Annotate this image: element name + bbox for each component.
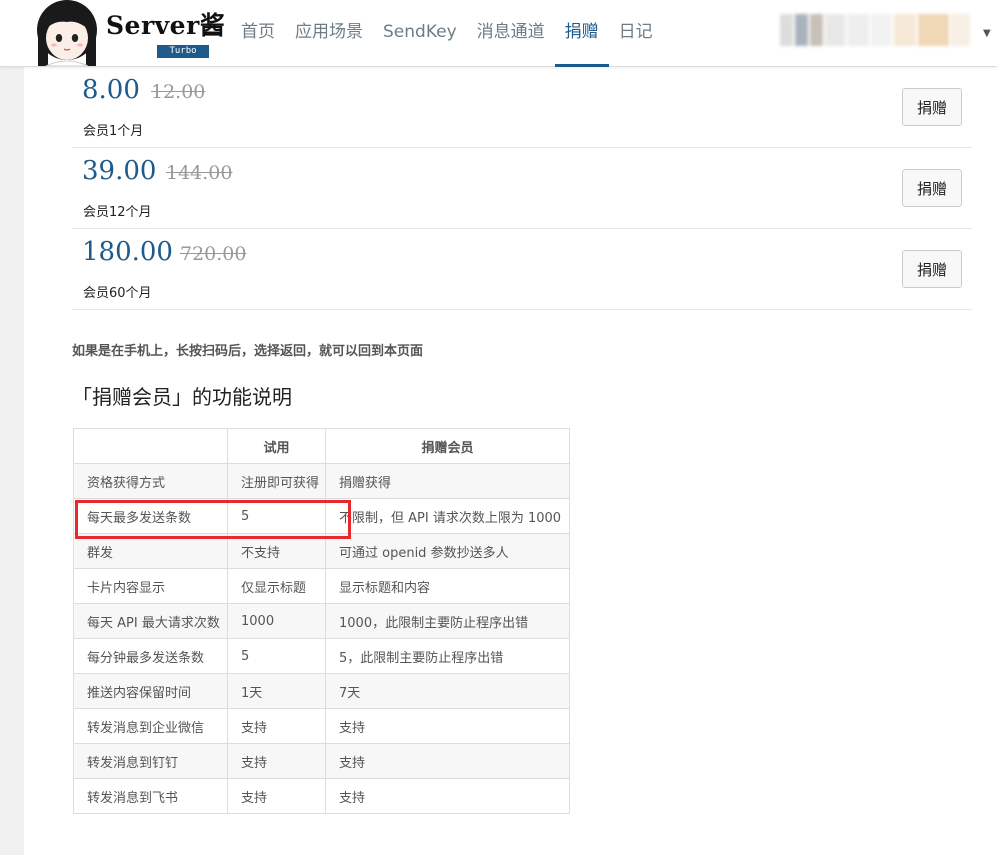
nav-item-diary[interactable]: 日记	[609, 0, 663, 67]
plan-original-price: 144.00	[166, 162, 233, 184]
table-cell: 5，此限制主要防止程序出错	[325, 638, 570, 674]
plan-list: 8.00 12.00 会员1个月 捐赠 39.00 144.00 会员12个月 …	[72, 67, 972, 310]
table-cell: 卡片内容显示	[73, 568, 228, 604]
table-cell: 每天最多发送条数	[73, 498, 228, 534]
plan-desc: 会员12个月	[83, 205, 152, 220]
plan-row-12month: 39.00 144.00 会员12个月 捐赠	[72, 148, 972, 229]
plan-price: 180.00	[82, 237, 173, 267]
table-row: 群发 不支持 可通过 openid 参数抄送多人	[73, 533, 570, 569]
plan-price: 8.00	[82, 75, 140, 105]
table-cell: 转发消息到企业微信	[73, 708, 228, 744]
table-cell: 支持	[325, 708, 570, 744]
table-cell: 支持	[227, 778, 326, 814]
plan-price: 39.00	[82, 156, 157, 186]
table-header-row: 试用 捐赠会员	[73, 428, 570, 464]
table-cell: 显示标题和内容	[325, 568, 570, 604]
main-content: 8.00 12.00 会员1个月 捐赠 39.00 144.00 会员12个月 …	[24, 67, 997, 855]
table-cell: 支持	[325, 743, 570, 779]
nav-item-home[interactable]: 首页	[231, 0, 285, 67]
nav-item-sendkey[interactable]: SendKey	[373, 0, 467, 67]
table-row: 转发消息到企业微信 支持 支持	[73, 708, 570, 744]
table-cell: 捐赠获得	[325, 463, 570, 499]
table-cell: 支持	[227, 708, 326, 744]
logo-avatar-icon[interactable]	[32, 0, 102, 66]
table-row: 卡片内容显示 仅显示标题 显示标题和内容	[73, 568, 570, 604]
table-cell: 支持	[227, 743, 326, 779]
plan-row-1month: 8.00 12.00 会员1个月 捐赠	[72, 67, 972, 148]
table-row: 资格获得方式 注册即可获得 捐赠获得	[73, 463, 570, 499]
brand-badge: Turbo	[157, 45, 209, 58]
table-cell: 资格获得方式	[73, 463, 228, 499]
table-cell: 每天 API 最大请求次数	[73, 603, 228, 639]
nav-item-channels[interactable]: 消息通道	[467, 0, 555, 67]
table-cell: 转发消息到飞书	[73, 778, 228, 814]
user-menu-blurred[interactable]	[780, 14, 970, 46]
table-row: 每天最多发送条数 5 不限制，但 API 请求次数上限为 1000	[73, 498, 570, 534]
plan-original-price: 12.00	[151, 81, 206, 103]
brand-name[interactable]: Server酱	[106, 6, 225, 42]
table-cell: 每分钟最多发送条数	[73, 638, 228, 674]
table-row: 每天 API 最大请求次数 1000 1000，此限制主要防止程序出错	[73, 603, 570, 639]
table-row: 转发消息到钉钉 支持 支持	[73, 743, 570, 779]
top-navbar: Server酱 Turbo 首页 应用场景 SendKey 消息通道 捐赠 日记…	[0, 0, 997, 67]
table-cell: 5	[227, 498, 326, 534]
donate-button-12month[interactable]: 捐赠	[902, 169, 962, 207]
table-row: 每分钟最多发送条数 5 5，此限制主要防止程序出错	[73, 638, 570, 674]
table-header: 试用	[227, 428, 326, 464]
mobile-note: 如果是在手机上，长按扫码后，选择返回，就可以回到本页面	[72, 344, 424, 359]
table-cell: 不支持	[227, 533, 326, 569]
table-cell: 群发	[73, 533, 228, 569]
table-header: 捐赠会员	[325, 428, 570, 464]
table-cell: 注册即可获得	[227, 463, 326, 499]
table-cell: 7天	[325, 673, 570, 709]
plan-row-60month: 180.00 720.00 会员60个月 捐赠	[72, 229, 972, 310]
nav-item-donate[interactable]: 捐赠	[554, 0, 609, 67]
nav-item-scenarios[interactable]: 应用场景	[285, 0, 373, 67]
main-nav: 首页 应用场景 SendKey 消息通道 捐赠 日记	[231, 0, 663, 67]
table-cell: 1天	[227, 673, 326, 709]
table-row: 转发消息到飞书 支持 支持	[73, 778, 570, 814]
table-row: 推送内容保留时间 1天 7天	[73, 673, 570, 709]
feature-comparison-table: 试用 捐赠会员 资格获得方式 注册即可获得 捐赠获得 每天最多发送条数 5 不限…	[73, 428, 570, 814]
table-cell: 1000，此限制主要防止程序出错	[325, 603, 570, 639]
table-cell: 支持	[325, 778, 570, 814]
table-cell: 转发消息到钉钉	[73, 743, 228, 779]
plan-desc: 会员1个月	[83, 124, 144, 139]
donate-button-1month[interactable]: 捐赠	[902, 88, 962, 126]
table-header	[73, 428, 228, 464]
plan-desc: 会员60个月	[83, 286, 152, 301]
table-cell: 推送内容保留时间	[73, 673, 228, 709]
table-cell: 不限制，但 API 请求次数上限为 1000	[325, 498, 570, 534]
donate-button-60month[interactable]: 捐赠	[902, 250, 962, 288]
table-cell: 仅显示标题	[227, 568, 326, 604]
plan-original-price: 720.00	[180, 243, 247, 265]
chevron-down-icon[interactable]: ▼	[983, 28, 991, 39]
table-cell: 可通过 openid 参数抄送多人	[325, 533, 570, 569]
table-cell: 5	[227, 638, 326, 674]
section-title: 「捐赠会员」的功能说明	[72, 385, 292, 409]
table-cell: 1000	[227, 603, 326, 639]
